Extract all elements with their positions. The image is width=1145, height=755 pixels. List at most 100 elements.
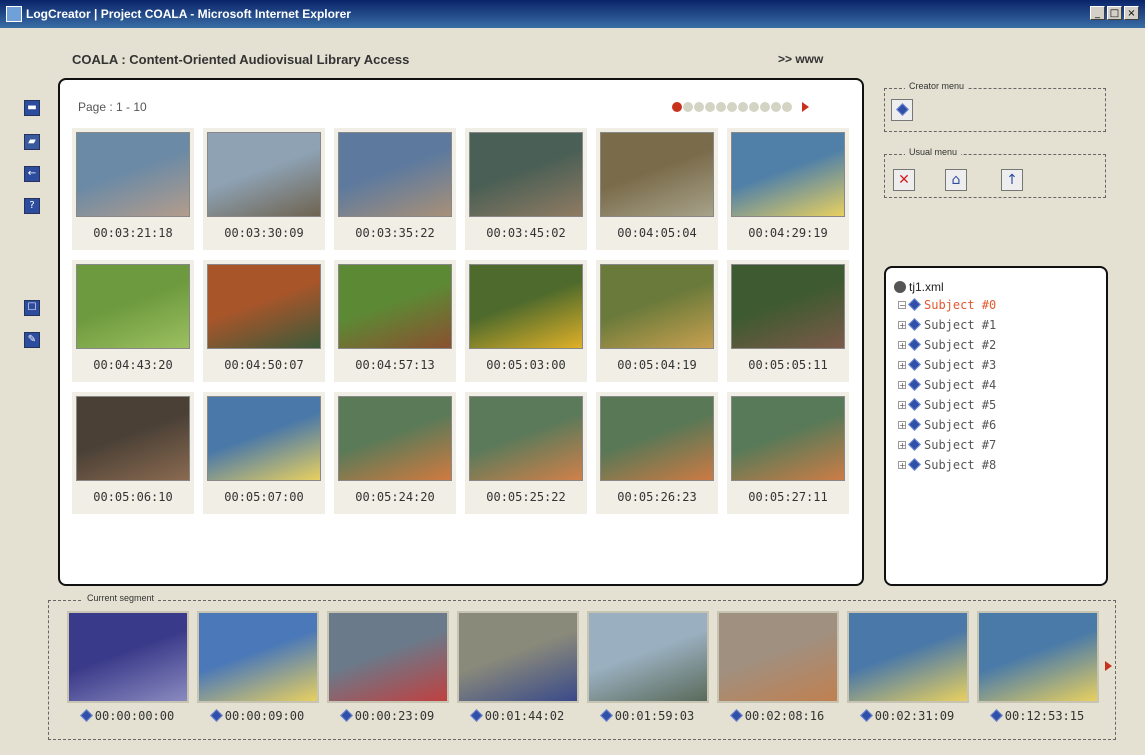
segment-frame-thumbnail[interactable] xyxy=(457,611,579,703)
diamond-icon xyxy=(908,338,921,351)
segment-item[interactable]: 00:12:53:15 xyxy=(977,611,1099,729)
tree-root[interactable]: tj1.xml xyxy=(894,280,944,294)
segment-item[interactable]: 00:01:44:02 xyxy=(457,611,579,729)
video-frame-thumbnail[interactable] xyxy=(76,264,190,349)
thumbnail-item[interactable]: 00:05:24:20 xyxy=(334,392,456,514)
thumbnail-item[interactable]: 00:03:21:18 xyxy=(72,128,194,250)
page-dot[interactable] xyxy=(727,102,737,112)
thumbnail-item[interactable]: 00:05:05:11 xyxy=(727,260,849,382)
tree-item[interactable]: + Subject #3 xyxy=(898,358,996,376)
expand-icon[interactable]: + xyxy=(898,401,906,410)
back-icon[interactable]: ← xyxy=(24,166,40,182)
video-frame-thumbnail[interactable] xyxy=(600,264,714,349)
expand-icon[interactable]: + xyxy=(898,441,906,450)
expand-icon[interactable]: + xyxy=(898,461,906,470)
help-icon[interactable]: ? xyxy=(24,198,40,214)
maximize-button[interactable]: □ xyxy=(1107,6,1122,20)
page-dot[interactable] xyxy=(760,102,770,112)
thumbnail-item[interactable]: 00:05:07:00 xyxy=(203,392,325,514)
close-window-button[interactable]: × xyxy=(1124,6,1139,20)
expand-icon[interactable]: + xyxy=(898,421,906,430)
expand-icon[interactable]: + xyxy=(898,321,906,330)
page-dot[interactable] xyxy=(694,102,704,112)
thumbnail-item[interactable]: 00:05:03:00 xyxy=(465,260,587,382)
segment-timecode: 00:00:23:09 xyxy=(327,709,449,723)
thumbnail-item[interactable]: 00:05:25:22 xyxy=(465,392,587,514)
select-icon[interactable]: ☐ xyxy=(24,300,40,316)
segment-frame-thumbnail[interactable] xyxy=(587,611,709,703)
tree-item[interactable]: + Subject #8 xyxy=(898,458,996,476)
video-frame-thumbnail[interactable] xyxy=(76,396,190,481)
page-dot[interactable] xyxy=(672,102,682,112)
open-icon[interactable]: ▰ xyxy=(24,134,40,150)
next-segment-arrow-icon[interactable] xyxy=(1105,661,1112,671)
video-frame-thumbnail[interactable] xyxy=(469,396,583,481)
thumbnail-item[interactable]: 00:03:45:02 xyxy=(465,128,587,250)
page-dot[interactable] xyxy=(683,102,693,112)
tree-item[interactable]: + Subject #6 xyxy=(898,418,996,436)
expand-icon[interactable]: + xyxy=(898,381,906,390)
video-frame-thumbnail[interactable] xyxy=(469,264,583,349)
tree-item[interactable]: + Subject #1 xyxy=(898,318,996,336)
thumbnail-item[interactable]: 00:04:57:13 xyxy=(334,260,456,382)
video-frame-thumbnail[interactable] xyxy=(469,132,583,217)
thumbnail-item[interactable]: 00:03:30:09 xyxy=(203,128,325,250)
tree-item[interactable]: + Subject #5 xyxy=(898,398,996,416)
segment-frame-thumbnail[interactable] xyxy=(847,611,969,703)
tree-item[interactable]: + Subject #2 xyxy=(898,338,996,356)
video-frame-thumbnail[interactable] xyxy=(600,132,714,217)
thumbnail-item[interactable]: 00:04:43:20 xyxy=(72,260,194,382)
segment-frame-thumbnail[interactable] xyxy=(67,611,189,703)
home-icon[interactable]: ⌂ xyxy=(945,169,967,191)
video-frame-thumbnail[interactable] xyxy=(76,132,190,217)
video-frame-thumbnail[interactable] xyxy=(731,264,845,349)
thumbnail-item[interactable]: 00:05:26:23 xyxy=(596,392,718,514)
video-frame-thumbnail[interactable] xyxy=(338,132,452,217)
video-frame-thumbnail[interactable] xyxy=(207,264,321,349)
page-dot[interactable] xyxy=(705,102,715,112)
video-frame-thumbnail[interactable] xyxy=(338,264,452,349)
edit-icon[interactable]: ✎ xyxy=(24,332,40,348)
page-dot[interactable] xyxy=(749,102,759,112)
save-icon[interactable]: ▬ xyxy=(24,100,40,116)
segment-frame-thumbnail[interactable] xyxy=(717,611,839,703)
diamond-icon[interactable] xyxy=(891,99,913,121)
video-frame-thumbnail[interactable] xyxy=(207,132,321,217)
thumbnail-item[interactable]: 00:04:29:19 xyxy=(727,128,849,250)
page-dot[interactable] xyxy=(782,102,792,112)
segment-item[interactable]: 00:02:31:09 xyxy=(847,611,969,729)
page-dot[interactable] xyxy=(738,102,748,112)
tree-item[interactable]: + Subject #4 xyxy=(898,378,996,396)
thumbnail-item[interactable]: 00:05:06:10 xyxy=(72,392,194,514)
segment-item[interactable]: 00:02:08:16 xyxy=(717,611,839,729)
segment-item[interactable]: 00:01:59:03 xyxy=(587,611,709,729)
expand-icon[interactable]: + xyxy=(898,341,906,350)
tree-item[interactable]: − Subject #0 xyxy=(898,298,996,316)
thumbnail-item[interactable]: 00:03:35:22 xyxy=(334,128,456,250)
segment-frame-thumbnail[interactable] xyxy=(327,611,449,703)
minimize-button[interactable]: _ xyxy=(1090,6,1105,20)
video-frame-thumbnail[interactable] xyxy=(207,396,321,481)
thumbnail-item[interactable]: 00:04:50:07 xyxy=(203,260,325,382)
segment-item[interactable]: 00:00:00:00 xyxy=(67,611,189,729)
segment-frame-thumbnail[interactable] xyxy=(197,611,319,703)
expand-icon[interactable]: − xyxy=(898,301,906,310)
segment-frame-thumbnail[interactable] xyxy=(977,611,1099,703)
video-frame-thumbnail[interactable] xyxy=(731,132,845,217)
page-dot[interactable] xyxy=(716,102,726,112)
thumbnail-item[interactable]: 00:05:27:11 xyxy=(727,392,849,514)
video-frame-thumbnail[interactable] xyxy=(338,396,452,481)
page-dot[interactable] xyxy=(771,102,781,112)
next-page-arrow-icon[interactable] xyxy=(802,102,809,112)
expand-icon[interactable]: + xyxy=(898,361,906,370)
video-frame-thumbnail[interactable] xyxy=(731,396,845,481)
segment-item[interactable]: 00:00:23:09 xyxy=(327,611,449,729)
upload-icon[interactable]: ↑ xyxy=(1001,169,1023,191)
video-frame-thumbnail[interactable] xyxy=(600,396,714,481)
tree-item[interactable]: + Subject #7 xyxy=(898,438,996,456)
www-link[interactable]: >> www xyxy=(778,52,823,66)
thumbnail-item[interactable]: 00:04:05:04 xyxy=(596,128,718,250)
thumbnail-item[interactable]: 00:05:04:19 xyxy=(596,260,718,382)
close-icon[interactable]: ✕ xyxy=(893,169,915,191)
segment-item[interactable]: 00:00:09:00 xyxy=(197,611,319,729)
